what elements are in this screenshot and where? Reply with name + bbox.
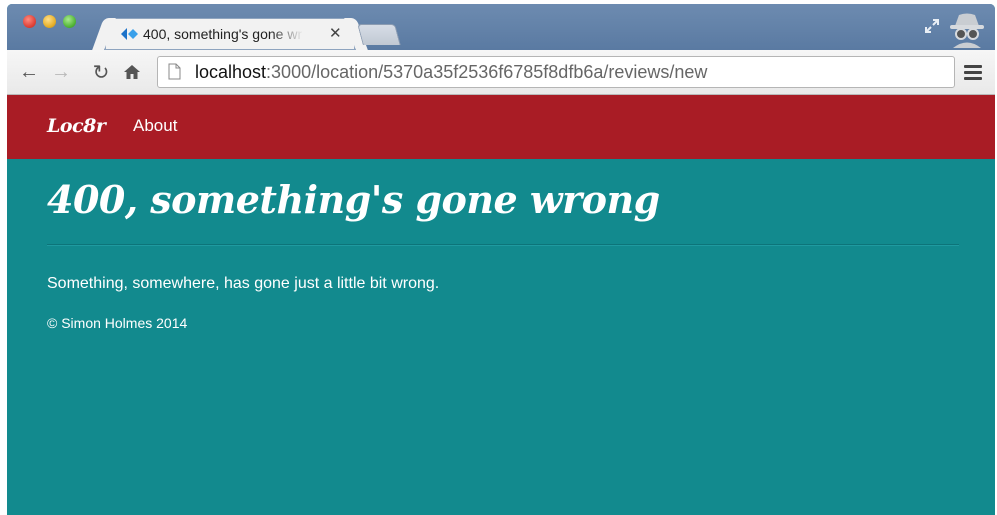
- footer-copyright: © Simon Holmes 2014: [47, 315, 188, 331]
- browser-toolbar: ← → ↻ localhost:3000/location/5370a35f25…: [7, 50, 995, 95]
- favicon-icon: [121, 28, 138, 40]
- page-title: 400, something's gone wrong: [47, 177, 660, 222]
- url-text: localhost:3000/location/5370a35f2536f678…: [195, 62, 707, 83]
- incognito-icon: [950, 13, 984, 48]
- tab-title: 400, something's gone wrong: [143, 26, 303, 42]
- divider: [47, 244, 959, 246]
- brand-logo[interactable]: Loc8r: [47, 115, 106, 137]
- minimize-window-button[interactable]: [43, 15, 56, 28]
- main-content: 400, something's gone wrong Something, s…: [7, 159, 995, 515]
- reload-icon[interactable]: ↻: [90, 61, 112, 84]
- close-window-button[interactable]: [23, 15, 36, 28]
- url-host: localhost: [195, 62, 267, 82]
- home-icon[interactable]: [121, 61, 143, 83]
- url-path: :3000/location/5370a35f2536f6785f8dfb6a/…: [266, 62, 708, 82]
- forward-arrow-icon[interactable]: →: [50, 61, 72, 83]
- close-icon[interactable]: ✕: [329, 24, 342, 42]
- address-bar[interactable]: localhost:3000/location/5370a35f2536f678…: [157, 56, 955, 88]
- fullscreen-icon[interactable]: [924, 18, 940, 34]
- page-icon: [168, 63, 181, 80]
- nav-about-link[interactable]: About: [133, 116, 177, 136]
- menu-icon[interactable]: [964, 65, 982, 80]
- maximize-window-button[interactable]: [63, 15, 76, 28]
- browser-window: 400, something's gone wrong ✕ ← → ↻: [7, 4, 995, 515]
- site-navbar: Loc8r About: [7, 95, 995, 159]
- new-tab-button[interactable]: [357, 24, 401, 45]
- back-arrow-icon[interactable]: ←: [18, 61, 40, 83]
- error-message: Something, somewhere, has gone just a li…: [47, 275, 440, 292]
- tab-strip: 400, something's gone wrong ✕: [7, 4, 995, 50]
- tab-active[interactable]: 400, something's gone wrong ✕: [105, 18, 355, 50]
